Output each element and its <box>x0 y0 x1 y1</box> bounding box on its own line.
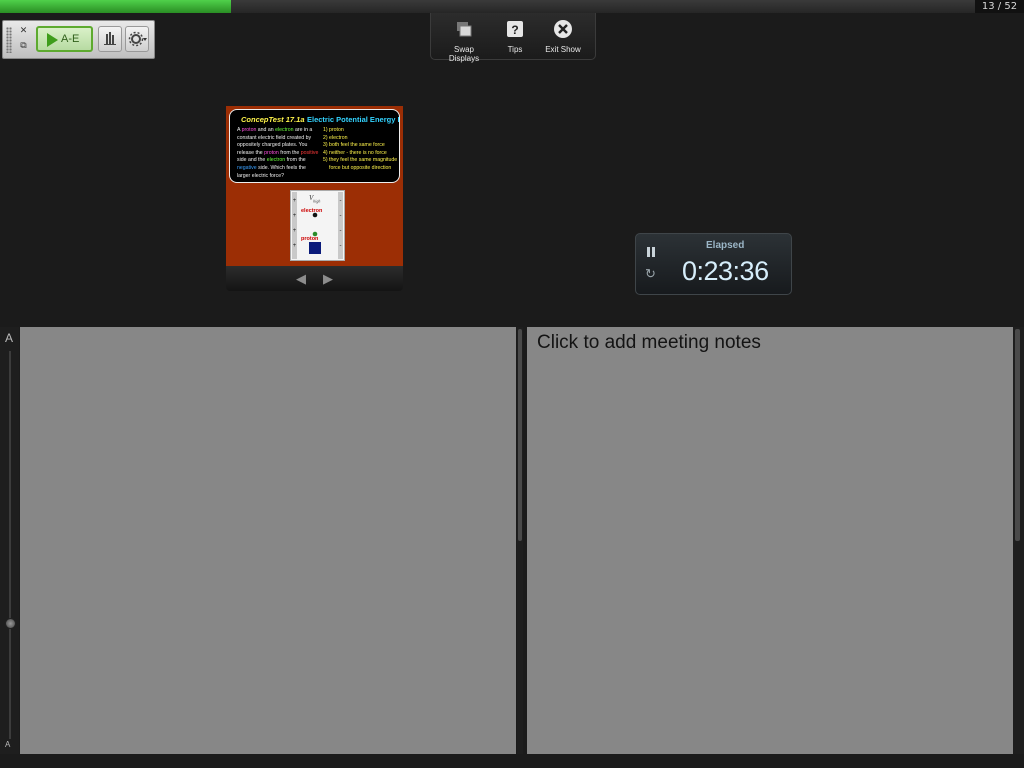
proton-label: proton <box>301 236 319 242</box>
slide-progress-bar <box>0 0 975 13</box>
q-part: negative <box>237 164 257 171</box>
electron-label: electron <box>301 208 323 214</box>
exit-show-label: Exit Show <box>545 45 581 54</box>
presenter-controls: Swap Displays ? Tips Exit Show <box>430 13 596 63</box>
font-size-track[interactable] <box>9 351 11 739</box>
slide-option: 3) both feel the same force <box>323 142 385 149</box>
elapsed-timer: ↻ Elapsed 0:23:36 <box>635 233 792 295</box>
slide-options: 1) proton 2) electron 3) both feel the s… <box>323 127 399 173</box>
meeting-notes-area[interactable]: Click to add meeting notes <box>527 327 1013 754</box>
current-slide-thumbnail[interactable]: ConcepTest 17.1a Electric Potential Ener… <box>226 106 403 266</box>
q-part: proton <box>241 127 257 133</box>
font-size-large-label: A <box>5 331 14 345</box>
gear-icon <box>128 31 147 47</box>
svg-text:-: - <box>340 228 342 234</box>
exit-show-button[interactable]: Exit Show <box>543 17 583 54</box>
scrollbar-thumb[interactable] <box>518 329 522 541</box>
next-slide-arrow-icon[interactable]: ▶ <box>321 272 335 286</box>
q-part: from the <box>278 149 301 156</box>
svg-text:+: + <box>293 198 297 204</box>
slide-text-card: ConcepTest 17.1a Electric Potential Ener… <box>229 109 400 183</box>
slide-progress-fill <box>0 0 232 13</box>
font-size-small-label: A <box>5 740 11 749</box>
tips-button[interactable]: ? Tips <box>501 17 529 54</box>
drag-grip-icon[interactable] <box>6 27 12 53</box>
q-part: positive <box>300 149 319 156</box>
svg-text:+: + <box>293 243 297 249</box>
swap-displays-label: Swap Displays <box>448 45 480 63</box>
q-part: electron <box>266 157 286 164</box>
diagram-v-label: Vhigh <box>309 194 320 203</box>
timer-value: 0:23:36 <box>682 256 769 286</box>
slide-option: 5) they feel the same magnitude force bu… <box>323 157 398 171</box>
slide-navigation: ◀ ▶ <box>226 266 403 291</box>
svg-text:-: - <box>340 213 342 219</box>
clicker-toolbar: ✕ ⧉ A-E <box>2 20 155 59</box>
scrollbar-thumb[interactable] <box>1015 329 1020 541</box>
slide-option: 1) proton <box>323 127 344 133</box>
timer-title: Elapsed <box>706 240 745 251</box>
slide-preview-panel: ConcepTest 17.1a Electric Potential Ener… <box>226 106 403 291</box>
close-icon[interactable]: ✕ <box>18 25 29 36</box>
swap-displays-icon <box>439 17 489 41</box>
q-part: and an <box>256 127 276 133</box>
bar-chart-icon <box>104 32 116 45</box>
tips-icon: ? <box>501 17 529 41</box>
meeting-notes-placeholder[interactable]: Click to add meeting notes <box>537 332 761 354</box>
svg-text:+: + <box>293 213 297 219</box>
previous-slide-arrow-icon[interactable]: ◀ <box>294 272 308 286</box>
slide-notes-scrollbar[interactable] <box>517 327 523 754</box>
results-chart-button[interactable] <box>98 26 122 52</box>
close-circle-icon <box>543 17 583 41</box>
meeting-notes-scrollbar[interactable] <box>1013 327 1024 754</box>
font-size-knob[interactable] <box>5 617 16 629</box>
q-part: proton <box>264 149 279 156</box>
slide-option: 2) electron <box>323 134 348 141</box>
slide-option: 4) neither - there is no force <box>323 149 387 156</box>
tips-label: Tips <box>507 45 523 54</box>
svg-text:+: + <box>293 228 297 234</box>
slide-notes-area[interactable] <box>20 327 516 754</box>
settings-menu-button[interactable] <box>125 26 149 52</box>
slide-subtitle: Electric Potential Energy I <box>307 115 400 124</box>
svg-text:?: ? <box>511 23 518 37</box>
reset-icon[interactable]: ↻ <box>645 267 659 281</box>
capacitor-diagram: + + + + - - - - Vhigh electron proton <box>290 190 345 261</box>
pause-icon[interactable] <box>647 247 656 257</box>
font-size-slider[interactable]: A A <box>0 327 19 754</box>
expand-icon[interactable]: ⧉ <box>18 40 29 51</box>
slide-counter: 13 / 52 <box>975 0 1024 13</box>
play-icon <box>47 33 58 47</box>
q-part: electron <box>275 127 294 133</box>
q-part: from the <box>285 157 306 164</box>
slide-question: A proton and an electron are in a consta… <box>237 127 319 180</box>
slide-title: ConcepTest 17.1a <box>241 115 305 124</box>
v-sub: high <box>313 198 321 204</box>
svg-text:-: - <box>340 243 342 249</box>
swap-displays-button[interactable]: Swap Displays <box>439 17 489 63</box>
svg-text:-: - <box>340 198 342 204</box>
answer-range-label: A-E <box>61 33 80 45</box>
q-part: side and the <box>237 157 267 164</box>
start-poll-button[interactable]: A-E <box>36 26 93 52</box>
